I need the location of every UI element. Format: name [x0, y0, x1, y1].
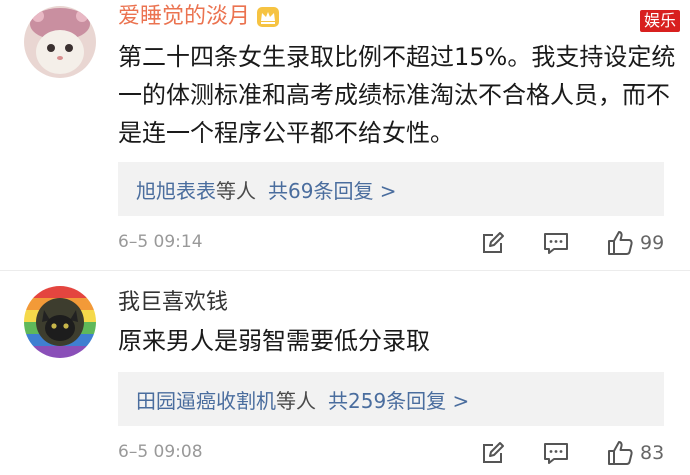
share-icon	[483, 232, 504, 253]
username[interactable]: 我巨喜欢钱	[118, 288, 228, 318]
comment-icon	[544, 233, 568, 254]
like-button[interactable]: 83	[606, 438, 664, 468]
comment-item: 爱睡觉的淡月 第二十四条女生录取比例不超过15%。我支持设定统一的体测标准和高考…	[0, 0, 690, 272]
reply-usernames[interactable]: 田园逼癌收割机	[136, 385, 276, 414]
like-count: 83	[640, 442, 665, 464]
reply-summary[interactable]: 旭旭表表 等人 共69条回复 >	[118, 162, 664, 216]
like-icon	[608, 231, 633, 255]
username[interactable]: 爱睡觉的淡月	[118, 2, 250, 32]
like-count: 99	[640, 232, 665, 254]
comment-button[interactable]	[542, 438, 570, 468]
reply-count-link[interactable]: 共69条回复 >	[268, 175, 397, 204]
reply-summary[interactable]: 田园逼癌收割机 等人 共259条回复 >	[118, 372, 664, 426]
comment-text: 第二十四条女生录取比例不超过15%。我支持设定统一的体测标准和高考成绩标准淘汰不…	[118, 43, 676, 147]
share-button[interactable]	[480, 438, 506, 468]
comment-meta: 6–5 09:08 83	[118, 438, 678, 468]
reply-usernames[interactable]: 旭旭表表	[136, 175, 216, 204]
like-icon	[608, 441, 633, 465]
avatar[interactable]	[24, 6, 96, 78]
divider	[0, 270, 690, 271]
timestamp: 6–5 09:14	[118, 232, 203, 252]
avatar[interactable]	[24, 286, 96, 358]
comment-text: 原来男人是弱智需要低分录取	[118, 327, 430, 355]
reply-others-label: 等人	[276, 388, 316, 413]
share-button[interactable]	[480, 228, 506, 258]
comment-icon	[544, 443, 568, 464]
timestamp: 6–5 09:08	[118, 442, 203, 462]
comment-button[interactable]	[542, 228, 570, 258]
comment-meta: 6–5 09:14 99	[118, 228, 678, 258]
like-button[interactable]: 99	[606, 228, 664, 258]
reply-others-label: 等人	[216, 178, 256, 203]
share-icon	[483, 442, 504, 463]
reply-count-link[interactable]: 共259条回复 >	[328, 385, 469, 414]
crown-icon	[256, 6, 280, 28]
comment-item: 我巨喜欢钱 原来男人是弱智需要低分录取 田园逼癌收割机 等人 共259条回复 > …	[0, 286, 690, 475]
